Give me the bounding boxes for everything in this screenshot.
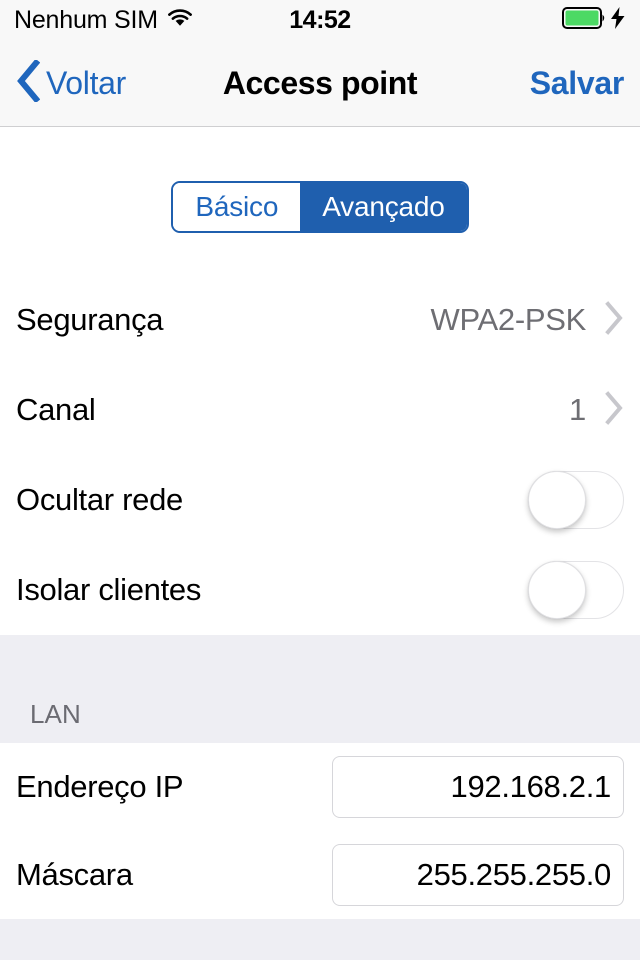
mascara-input[interactable]: [332, 844, 624, 906]
battery-full-icon: [562, 6, 608, 34]
row-canal-value: 1: [569, 391, 586, 427]
toggle-isolar-clientes[interactable]: [528, 561, 624, 619]
app-screen: Nenhum SIM 14:52 Voltar Access point Sal…: [0, 0, 640, 960]
chevron-left-icon: [16, 58, 41, 107]
section-header-lan: LAN: [0, 635, 640, 743]
row-isolar-clientes-right: [528, 561, 624, 619]
chevron-right-icon: [604, 300, 624, 340]
wifi-icon: [167, 8, 193, 33]
navigation-bar: Voltar Access point Salvar: [0, 40, 640, 127]
segment-basico[interactable]: Básico: [173, 183, 301, 231]
row-isolar-clientes: Isolar clientes: [0, 545, 640, 635]
segmented-control-container: Básico Avançado: [0, 127, 640, 275]
section-header-lan-label: LAN: [30, 699, 81, 729]
row-canal-label: Canal: [16, 391, 96, 427]
row-seguranca-label: Segurança: [16, 301, 164, 337]
segmented-control[interactable]: Básico Avançado: [171, 181, 469, 233]
toggle-knob: [528, 561, 586, 619]
row-seguranca-right: WPA2-PSK: [430, 300, 624, 340]
row-canal[interactable]: Canal 1: [0, 365, 640, 455]
endereco-ip-input[interactable]: [332, 756, 624, 818]
lightning-bolt-icon: [610, 6, 626, 34]
segment-avancado[interactable]: Avançado: [300, 183, 467, 231]
row-ocultar-rede: Ocultar rede: [0, 455, 640, 545]
status-bar-left: Nenhum SIM: [14, 5, 193, 34]
back-button[interactable]: Voltar: [16, 58, 127, 107]
chevron-right-icon: [604, 390, 624, 430]
row-ocultar-rede-label: Ocultar rede: [16, 481, 183, 517]
carrier-label: Nenhum SIM: [14, 5, 158, 34]
row-seguranca[interactable]: Segurança WPA2-PSK: [0, 275, 640, 365]
back-button-label: Voltar: [46, 65, 127, 101]
content-area: Básico Avançado Segurança WPA2-PSK Canal…: [0, 127, 640, 960]
status-bar: Nenhum SIM 14:52: [0, 0, 640, 40]
row-mascara: Máscara: [0, 831, 640, 919]
status-bar-right: [562, 6, 626, 34]
row-mascara-right: [332, 844, 624, 906]
row-endereco-ip-right: [332, 756, 624, 818]
toggle-knob: [528, 471, 586, 529]
row-endereco-ip: Endereço IP: [0, 743, 640, 831]
row-isolar-clientes-label: Isolar clientes: [16, 571, 202, 607]
save-button[interactable]: Salvar: [530, 67, 625, 99]
row-canal-right: 1: [569, 390, 624, 430]
row-ocultar-rede-right: [528, 471, 624, 529]
section-header-wan: WAN: [0, 919, 640, 960]
toggle-ocultar-rede[interactable]: [528, 471, 624, 529]
row-seguranca-value: WPA2-PSK: [430, 301, 586, 337]
row-endereco-ip-label: Endereço IP: [16, 768, 184, 804]
row-mascara-label: Máscara: [16, 856, 133, 892]
